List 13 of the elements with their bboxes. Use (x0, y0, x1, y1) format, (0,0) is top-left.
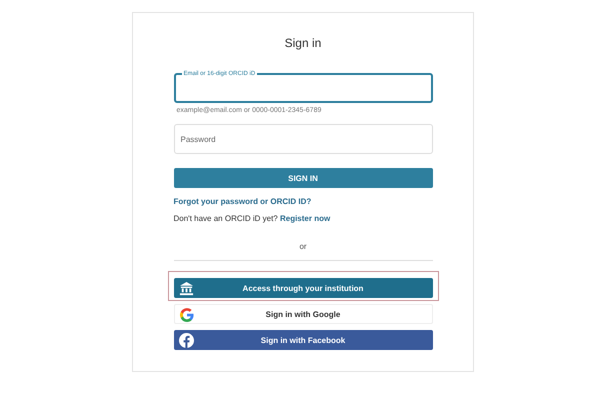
register-link[interactable]: Register now (280, 214, 330, 223)
sign-in-title: Sign in (284, 36, 322, 52)
divider-text: or (299, 242, 307, 252)
facebook-sign-in-button[interactable]: Sign in with Facebook (174, 330, 432, 350)
bank-icon (178, 281, 194, 296)
forgot-password-link[interactable]: Forgot your password or ORCID ID? (174, 197, 432, 207)
password-field[interactable]: Password (174, 124, 432, 154)
sign-in-button[interactable]: SIGN IN (174, 168, 432, 188)
register-prompt: Don't have an ORCID iD yet? (174, 214, 279, 223)
google-g-icon (180, 308, 194, 322)
institution-sign-in-button[interactable]: Access through your institution (174, 278, 432, 298)
facebook-icon (178, 333, 194, 348)
google-sign-in-button[interactable]: Sign in with Google (174, 304, 432, 324)
